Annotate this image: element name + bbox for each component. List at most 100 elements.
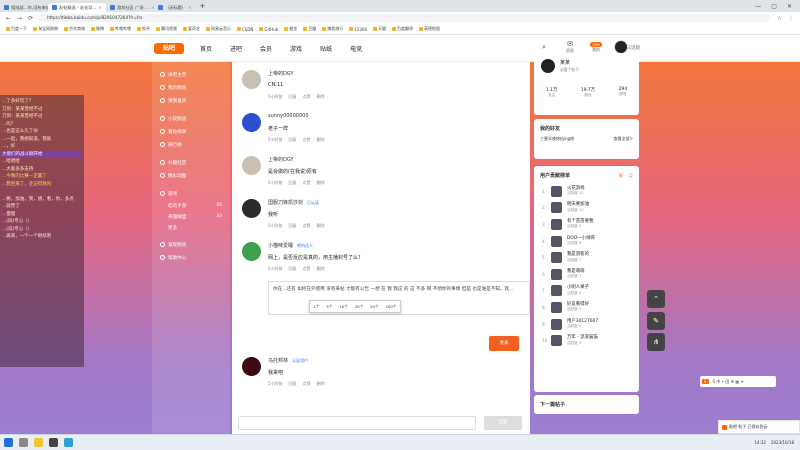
menu-icon[interactable]: ⋮	[788, 15, 794, 22]
share-button[interactable]: ⋔	[647, 333, 665, 351]
sidebar-item[interactable]: 精彩动图	[152, 169, 230, 182]
bottom-reply-input[interactable]	[238, 416, 476, 430]
bookmark-item[interactable]: 微博	[91, 26, 104, 32]
comment-action[interactable]: 回复	[289, 266, 297, 272]
comment-author[interactable]: 上帝的DGY	[268, 156, 294, 163]
bookmark-item[interactable]: GitHub	[259, 27, 278, 32]
nav-item[interactable]: 会员	[260, 44, 272, 53]
notification-toast[interactable]: 贴吧 帖子 已保存到云	[718, 420, 800, 434]
profile-name[interactable]: 某某	[560, 59, 570, 66]
close-icon[interactable]: ×	[98, 5, 102, 10]
ranking-tab[interactable]: 月	[629, 173, 633, 179]
bookmark-item[interactable]: 网易云音乐	[206, 26, 231, 32]
bookmark-item[interactable]: 掘金	[284, 26, 297, 32]
sidebar-item[interactable]: 排行榜	[152, 138, 230, 151]
profile-stat[interactable]: 19.7万 粉丝	[581, 87, 595, 98]
sidebar-item[interactable]: 小说频道	[152, 112, 230, 125]
ranking-row[interactable]: 2 明天要加油 活跃度 10	[534, 200, 639, 217]
sidebar-item[interactable]: 兴趣社区	[152, 156, 230, 169]
edge-icon[interactable]	[64, 438, 73, 447]
sidebar-item[interactable]: 猜我喜欢	[152, 94, 230, 107]
bookmark-item[interactable]: 京东商城	[64, 26, 85, 32]
back-to-top-button[interactable]: ⌃	[647, 290, 665, 308]
nav-item[interactable]: 首页	[200, 44, 212, 53]
ime-toolbar[interactable]: SS 中 • 回 ⚙ ▦ ✦	[700, 376, 776, 387]
comment-author[interactable]: 小猫咪爱睡 吧内达人	[268, 242, 313, 249]
comment-author[interactable]: 国服刀锋凯莎剑 已认证	[268, 199, 319, 206]
nav-item[interactable]: 贴纸	[320, 44, 332, 53]
new-tab-icon[interactable]: +	[195, 2, 209, 10]
bookmark-item[interactable]: 天猫	[373, 26, 386, 32]
bookmark-item[interactable]: 高德地图	[419, 26, 440, 32]
ranking-row[interactable]: 1 火花游戏 活跃度 12	[534, 183, 639, 200]
comment-action[interactable]: 删除	[317, 94, 325, 100]
site-logo[interactable]: 贴吧	[154, 43, 184, 54]
comment-action[interactable]: 点赞	[303, 137, 311, 143]
gift-option[interactable]: 10个	[339, 303, 348, 310]
friends-more-link[interactable]: 查看全部>	[614, 136, 633, 142]
maximize-icon[interactable]: ▢	[771, 3, 777, 10]
sidebar-item[interactable]: 帮助中心	[152, 251, 230, 264]
reload-icon[interactable]: ⟳	[28, 15, 33, 22]
gift-option[interactable]: 20个	[355, 303, 364, 310]
bottom-reply-button[interactable]: 回复	[484, 416, 522, 430]
url-field[interactable]: https://tieba.baidu.com/p/8291047264?fr=…	[39, 14, 771, 22]
browser-tab[interactable]: 相成部...你,没有来帖 …论坛帖子×	[0, 3, 48, 12]
bookmark-item[interactable]: 爱奇艺	[183, 26, 200, 32]
nav-item[interactable]: 进吧	[230, 44, 242, 53]
bookmark-item[interactable]: 携程旅行	[322, 26, 343, 32]
comment-author[interactable]: 乌托邦林 认证用户	[268, 357, 308, 364]
profile-avatar[interactable]	[541, 59, 555, 73]
comment-action[interactable]: 删除	[317, 223, 325, 229]
comment-author[interactable]: sunny00000000	[268, 113, 309, 119]
bookmark-item[interactable]: 百度一下	[6, 26, 27, 32]
profile-sub[interactable]: 去看个帖子	[560, 67, 579, 73]
app-icon[interactable]	[49, 438, 58, 447]
ranking-row[interactable]: 4 DOO一小帅哥 活跃度 8	[534, 233, 639, 250]
comment-action[interactable]: 回复	[289, 381, 297, 387]
gift-option[interactable]: 100个	[386, 303, 397, 310]
sidebar-item[interactable]: 我的频道	[152, 81, 230, 94]
ranking-tab[interactable]: 周	[619, 173, 623, 179]
bookmark-item[interactable]: 淘宝网购物	[33, 26, 58, 32]
comment-action[interactable]: 删除	[317, 180, 325, 186]
ranking-row[interactable]: 7 小明人果子 活跃度 6	[534, 283, 639, 300]
comment-action[interactable]: 回复	[289, 137, 297, 143]
comment-avatar[interactable]	[242, 70, 261, 89]
bookmark-item[interactable]: 豆瓣	[303, 26, 316, 32]
comment-action[interactable]: 点赞	[303, 381, 311, 387]
ranking-row[interactable]: 3 有个苗苗要我 活跃度 9	[534, 216, 639, 233]
gift-option[interactable]: 50个	[370, 303, 379, 310]
ranking-row[interactable]: 6 我是萌萌 活跃度 7	[534, 266, 639, 283]
star-icon[interactable]: ☆	[777, 15, 782, 22]
bookmark-item[interactable]: CSDN	[237, 27, 253, 32]
comment-avatar[interactable]	[242, 156, 261, 175]
comment-action[interactable]: 回复	[289, 223, 297, 229]
sidebar-item[interactable]: 进吧主页	[152, 68, 230, 81]
comment-action[interactable]: 点赞	[303, 223, 311, 229]
clock-date[interactable]: 2023/10/18	[771, 440, 794, 445]
sidebar-item[interactable]: 更多	[152, 222, 230, 233]
comment-action[interactable]: 点赞	[303, 180, 311, 186]
comment-action[interactable]: 删除	[317, 381, 325, 387]
gift-option[interactable]: 1个	[313, 303, 319, 310]
next-post-card[interactable]: 下一篇帖子	[534, 395, 639, 414]
sidebar-item[interactable]: 看帖榜单	[152, 125, 230, 138]
sidebar-item[interactable]: 英雄联盟 33	[152, 211, 230, 222]
back-icon[interactable]: ←	[6, 15, 11, 22]
edit-button[interactable]: ✎	[647, 312, 665, 330]
profile-stat[interactable]: 1.1万 关注	[546, 87, 557, 98]
minimize-icon[interactable]: —	[755, 3, 761, 10]
nav-item[interactable]: 游戏	[290, 44, 302, 53]
comment-avatar[interactable]	[242, 242, 261, 261]
gift-option[interactable]: 5个	[326, 303, 332, 310]
ranking-row[interactable]: 9 用户30127607 活跃度 4	[534, 316, 639, 333]
forward-icon[interactable]: →	[17, 15, 22, 22]
comment-action[interactable]: 删除	[317, 137, 325, 143]
friend-link[interactable]: 三更半夜修仙ing吧 查看全部>	[534, 136, 639, 142]
sidebar-item[interactable]: 游戏	[152, 187, 230, 200]
comment-action[interactable]: 删除	[317, 266, 325, 272]
user-avatar[interactable]	[614, 40, 628, 54]
header-icon-messages[interactable]: ✉ 消息	[562, 40, 578, 54]
ranking-row[interactable]: 10 万年 - 流浪猫猫 活跃度 3	[534, 332, 639, 349]
